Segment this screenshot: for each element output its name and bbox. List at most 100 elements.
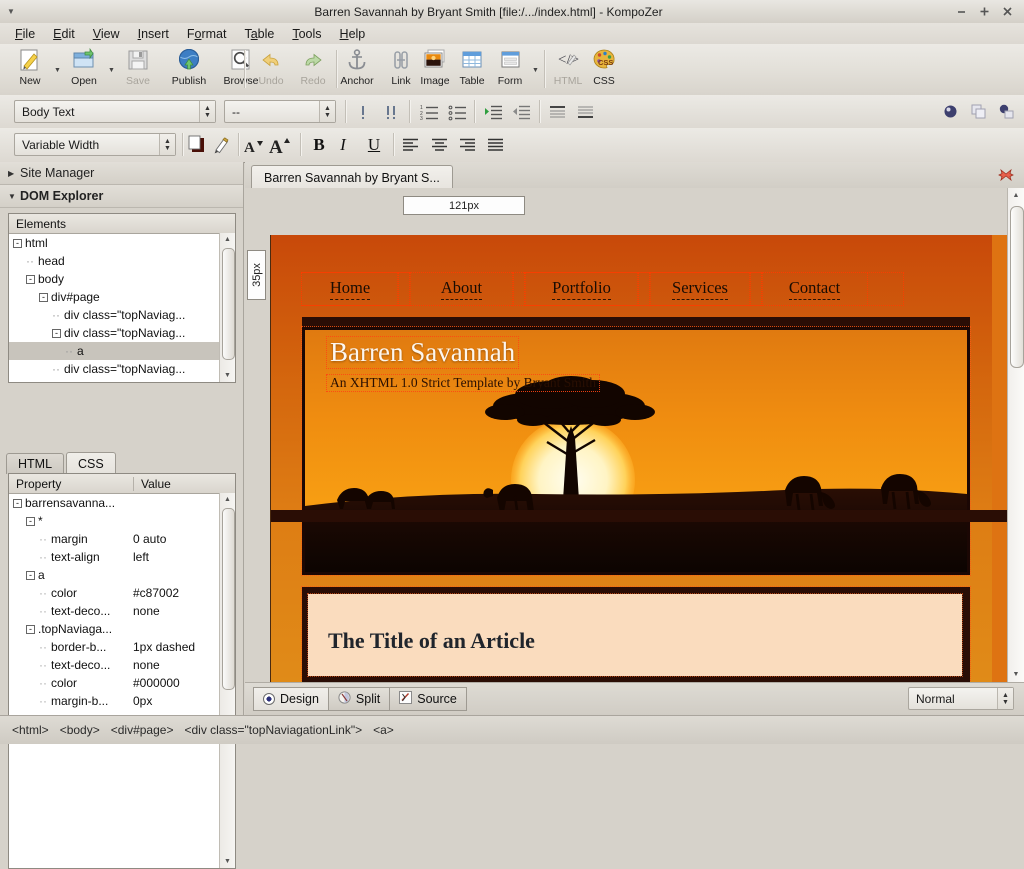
tree-expander-icon[interactable]: - bbox=[26, 275, 35, 284]
unordered-list-button[interactable] bbox=[446, 101, 468, 122]
css-tree-row[interactable]: -barrensavanna... bbox=[9, 494, 235, 512]
open-button[interactable]: Open bbox=[62, 46, 106, 92]
open-dropdown-caret[interactable]: ▼ bbox=[107, 66, 116, 75]
main-picture-box[interactable]: Barren Savannah An XHTML 1.0 Strict Temp… bbox=[302, 327, 970, 575]
valign-top-button[interactable] bbox=[546, 101, 568, 122]
tree-expander-icon[interactable]: - bbox=[13, 239, 22, 248]
dom-tree-row[interactable]: -html bbox=[9, 234, 235, 252]
class-select-spinner[interactable]: ▲▼ bbox=[319, 101, 335, 122]
text-color-swatch[interactable] bbox=[186, 133, 208, 156]
scroll-down-arrow-icon[interactable]: ▼ bbox=[220, 369, 235, 382]
canvas-scrollbar[interactable]: ▲ ▼ bbox=[1007, 188, 1024, 682]
align-right-button[interactable] bbox=[455, 133, 479, 156]
nav-link-services[interactable]: Services bbox=[650, 273, 750, 305]
css-tree-expander-icon[interactable]: - bbox=[13, 499, 22, 508]
indent-less-button[interactable] bbox=[510, 101, 532, 122]
underline-button[interactable]: U bbox=[363, 133, 385, 156]
dom-tree-scrollbar[interactable]: ▲ ▼ bbox=[219, 233, 235, 382]
window-menu-caret[interactable]: ▼ bbox=[0, 7, 22, 16]
nav-link-contact[interactable]: Contact bbox=[762, 273, 867, 305]
valign-bottom-button[interactable] bbox=[574, 101, 596, 122]
design-canvas[interactable]: 121px 35px HomeAboutPortfolioServicesCon… bbox=[245, 188, 1024, 682]
nav-link-home[interactable]: Home bbox=[302, 273, 398, 305]
larger-font-button[interactable]: A bbox=[268, 133, 294, 156]
dom-tree[interactable]: -html··head-body-div#page··div class="to… bbox=[9, 234, 235, 383]
css-tree-row[interactable]: ··color#000000 bbox=[9, 674, 235, 692]
css-button[interactable]: CSS CSS bbox=[586, 46, 622, 92]
increase-text-button[interactable] bbox=[380, 101, 402, 122]
nav-link-about[interactable]: About bbox=[410, 273, 513, 305]
css-tree-row[interactable]: ··text-deco...none bbox=[9, 602, 235, 620]
css-scroll-down-arrow-icon[interactable]: ▼ bbox=[220, 855, 235, 868]
breadcrumb-item[interactable]: <a> bbox=[373, 723, 394, 737]
minimize-icon[interactable] bbox=[955, 5, 968, 18]
nav-link-portfolio[interactable]: Portfolio bbox=[525, 273, 638, 305]
redo-button[interactable]: Redo bbox=[292, 46, 334, 92]
save-button[interactable]: Save bbox=[116, 46, 160, 92]
tree-expander-icon[interactable]: - bbox=[39, 293, 48, 302]
highlight-color-button[interactable] bbox=[210, 133, 232, 156]
css-scroll-up-arrow-icon[interactable]: ▲ bbox=[220, 493, 235, 506]
canvas-scroll-down-arrow-icon[interactable]: ▼ bbox=[1008, 667, 1024, 682]
align-center-button[interactable] bbox=[427, 133, 451, 156]
html-button[interactable]: </> HTML bbox=[548, 46, 588, 92]
menu-table[interactable]: Table bbox=[235, 25, 283, 43]
document-tab[interactable]: Barren Savannah by Bryant S... bbox=[251, 165, 453, 189]
tree-expander-icon[interactable]: - bbox=[52, 329, 61, 338]
canvas-scroll-up-arrow-icon[interactable]: ▲ bbox=[1008, 188, 1024, 203]
breadcrumb-item[interactable]: <body> bbox=[60, 723, 100, 737]
align-left-button[interactable] bbox=[398, 133, 422, 156]
menu-help[interactable]: Help bbox=[331, 25, 375, 43]
breadcrumb-item[interactable]: <html> bbox=[12, 723, 49, 737]
css-tree-row[interactable]: ··text-deco...none bbox=[9, 656, 235, 674]
dom-tree-row[interactable]: ··div class="topNaviag... bbox=[9, 306, 235, 324]
tab-design[interactable]: Design bbox=[253, 687, 328, 711]
rendered-page[interactable]: Home About Portfolio Services Contact bbox=[270, 235, 1007, 682]
smaller-font-button[interactable]: A bbox=[242, 133, 266, 156]
menu-insert[interactable]: Insert bbox=[129, 25, 178, 43]
new-button[interactable]: New bbox=[8, 46, 52, 92]
dom-tree-row[interactable]: -body bbox=[9, 270, 235, 288]
breadcrumb-item[interactable]: <div#page> bbox=[111, 723, 174, 737]
dom-tree-row[interactable]: ··a bbox=[9, 342, 235, 360]
new-dropdown-caret[interactable]: ▼ bbox=[53, 66, 62, 75]
content-box[interactable]: The Title of an Article bbox=[302, 587, 970, 682]
tab-html[interactable]: HTML bbox=[6, 453, 64, 474]
italic-button[interactable]: I bbox=[333, 133, 353, 156]
dom-tree-row[interactable]: ··head bbox=[9, 252, 235, 270]
css-tree[interactable]: -barrensavanna...-*··margin0 auto··text-… bbox=[9, 494, 235, 710]
indent-more-button[interactable] bbox=[482, 101, 504, 122]
css-tree-row[interactable]: ··border-b...1px dashed bbox=[9, 638, 235, 656]
form-dropdown-caret[interactable]: ▼ bbox=[531, 66, 540, 75]
copy-style-button[interactable] bbox=[968, 101, 989, 122]
tab-split[interactable]: Split bbox=[328, 687, 389, 711]
maximize-icon[interactable] bbox=[978, 5, 991, 18]
view-mode-select[interactable]: Normal ▲▼ bbox=[908, 687, 1014, 710]
close-icon[interactable] bbox=[1001, 5, 1014, 18]
decrease-indent-text-button[interactable] bbox=[352, 101, 374, 122]
css-tree-row[interactable]: -a bbox=[9, 566, 235, 584]
tab-source[interactable]: Source bbox=[389, 687, 467, 711]
css-tree-scrollbar[interactable]: ▲ ▼ bbox=[219, 493, 235, 868]
paste-style-button[interactable] bbox=[996, 101, 1017, 122]
top-navigation-links[interactable]: Home About Portfolio Services Contact bbox=[302, 273, 903, 305]
font-family-spinner[interactable]: ▲▼ bbox=[159, 134, 175, 155]
ordered-list-button[interactable]: 1 2 3 bbox=[418, 101, 440, 122]
css-tree-expander-icon[interactable]: - bbox=[26, 571, 35, 580]
image-button[interactable]: Image bbox=[414, 46, 456, 92]
css-tree-row[interactable]: ··margin0 auto bbox=[9, 530, 235, 548]
sidebar-item-dom-explorer[interactable]: ▼ DOM Explorer bbox=[0, 185, 243, 208]
sidebar-item-site-manager[interactable]: ▶ Site Manager bbox=[0, 162, 243, 185]
breadcrumb-item[interactable]: <div class="topNaviagationLink"> bbox=[184, 723, 362, 737]
close-all-tabs-icon[interactable] bbox=[998, 167, 1014, 183]
menu-tools[interactable]: Tools bbox=[283, 25, 330, 43]
font-family-select[interactable]: Variable Width ▲▼ bbox=[14, 133, 176, 156]
css-tree-row[interactable]: ··text-alignleft bbox=[9, 548, 235, 566]
table-button[interactable]: Table bbox=[452, 46, 492, 92]
insert-anchor-small-button[interactable] bbox=[940, 101, 961, 122]
undo-button[interactable]: Undo bbox=[250, 46, 292, 92]
anchor-button[interactable]: Anchor bbox=[334, 46, 380, 92]
align-justify-button[interactable] bbox=[483, 133, 507, 156]
css-tree-scroll-thumb[interactable] bbox=[222, 508, 235, 690]
menu-view[interactable]: View bbox=[84, 25, 129, 43]
